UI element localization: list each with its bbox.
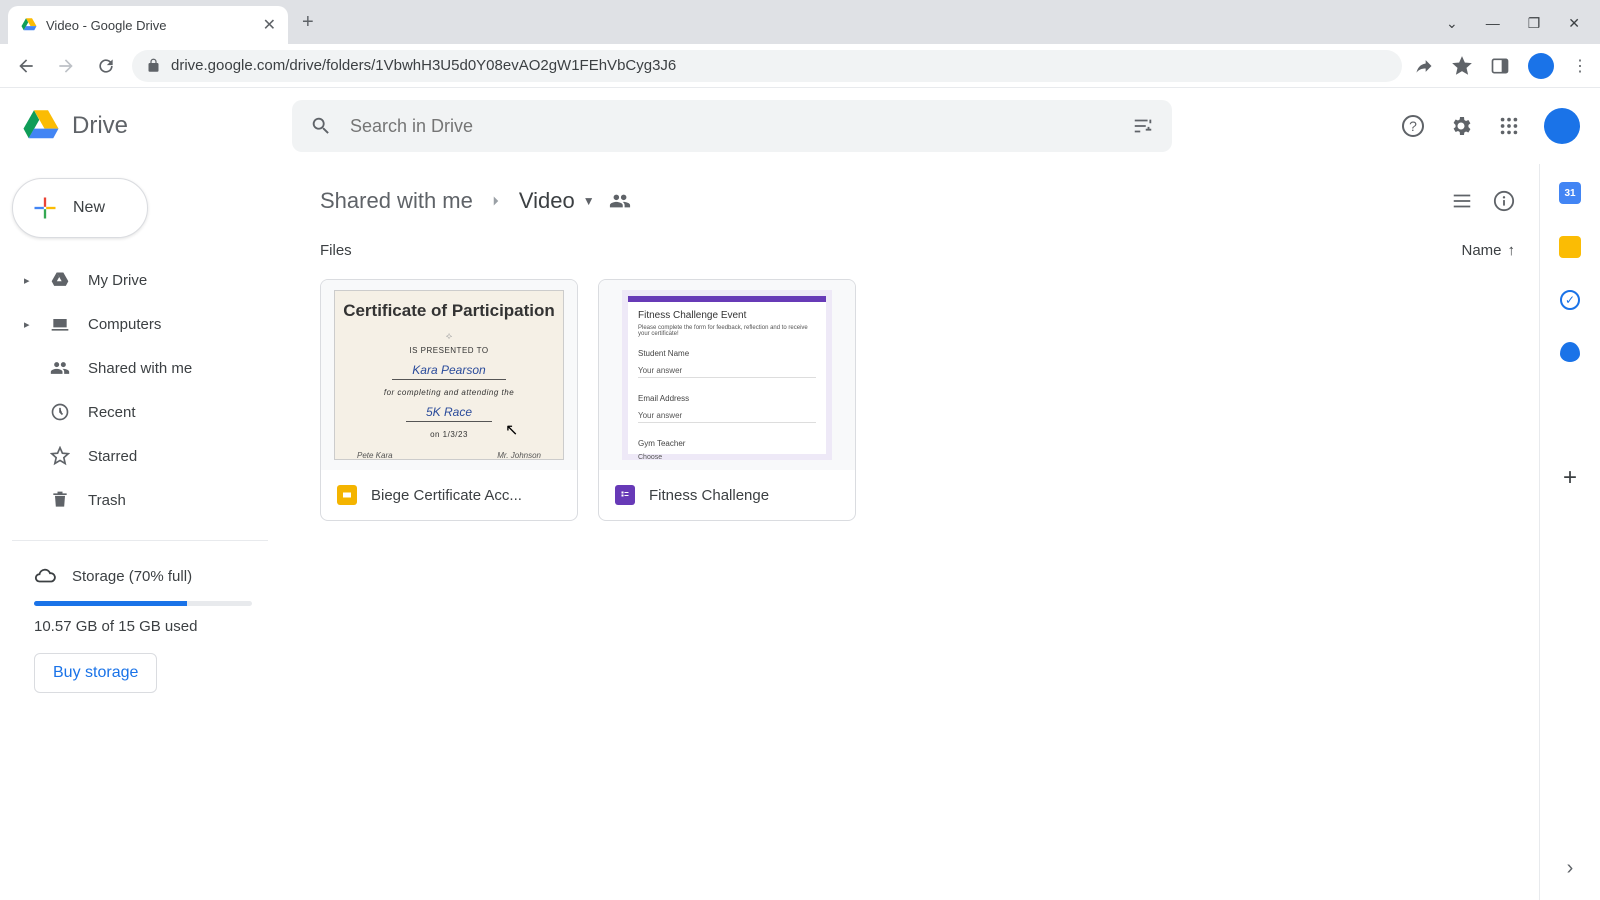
account-avatar[interactable] <box>1544 108 1580 144</box>
reload-button[interactable] <box>92 52 120 80</box>
sidebar-item-computers[interactable]: ▸ Computers <box>12 302 292 346</box>
sidebar-item-label: Trash <box>88 492 126 509</box>
file-name: Biege Certificate Acc... <box>371 487 522 504</box>
settings-icon[interactable] <box>1448 113 1474 139</box>
drive-logo-text: Drive <box>72 112 128 140</box>
sidebar-item-recent[interactable]: Recent <box>12 390 292 434</box>
maximize-icon[interactable]: ❐ <box>1528 15 1541 32</box>
shared-folder-icon[interactable] <box>609 190 631 212</box>
chevron-right-icon: ▸ <box>24 318 34 331</box>
sidebar-item-my-drive[interactable]: ▸ My Drive <box>12 258 292 302</box>
file-card-fitness[interactable]: Fitness Challenge Event Please complete … <box>598 279 856 521</box>
trash-icon <box>50 490 72 510</box>
cloud-icon <box>34 565 56 587</box>
add-on-plus-icon[interactable]: + <box>1563 464 1577 492</box>
keep-app-icon[interactable] <box>1559 236 1581 258</box>
tasks-app-icon[interactable]: ✓ <box>1560 290 1580 310</box>
file-name: Fitness Challenge <box>649 487 769 504</box>
clock-icon <box>50 402 72 422</box>
lock-icon <box>146 58 161 73</box>
sidepanel-toggle-icon[interactable] <box>1490 56 1510 76</box>
section-files-label: Files <box>320 242 352 259</box>
drive-favicon-icon <box>20 16 38 34</box>
close-window-icon[interactable]: ✕ <box>1568 15 1580 32</box>
sidebar-item-label: Shared with me <box>88 360 192 377</box>
contacts-app-icon[interactable] <box>1560 342 1580 362</box>
collapse-panel-icon[interactable]: › <box>1567 857 1574 880</box>
url-text: drive.google.com/drive/folders/1VbwhH3U5… <box>171 57 676 74</box>
file-thumbnail: Certificate of Participation ⟡ IS PRESEN… <box>321 280 577 470</box>
apps-icon[interactable] <box>1496 113 1522 139</box>
breadcrumb-current[interactable]: Video ▼ <box>519 188 595 214</box>
breadcrumb-parent[interactable]: Shared with me <box>320 188 473 214</box>
tab-close-icon[interactable]: ✕ <box>263 15 276 35</box>
new-button[interactable]: New <box>12 178 148 238</box>
chevron-right-icon <box>487 192 505 210</box>
star-icon <box>50 446 72 466</box>
sidebar-item-label: My Drive <box>88 272 147 289</box>
info-icon[interactable] <box>1493 190 1515 212</box>
window-controls: ⌄ — ❐ ✕ <box>1446 15 1600 44</box>
buy-storage-button[interactable]: Buy storage <box>34 653 157 693</box>
help-icon[interactable]: ? <box>1400 113 1426 139</box>
back-button[interactable] <box>12 52 40 80</box>
chrome-menu-icon[interactable]: ⋮ <box>1572 56 1588 76</box>
slides-icon <box>337 485 357 505</box>
sort-button[interactable]: Name ↑ <box>1461 242 1515 259</box>
sidebar-item-label: Starred <box>88 448 137 465</box>
side-panel: 31 ✓ + › <box>1540 164 1600 900</box>
tab-search-icon[interactable]: ⌄ <box>1446 15 1458 32</box>
search-bar[interactable] <box>292 100 1172 152</box>
share-icon[interactable] <box>1414 56 1434 76</box>
calendar-app-icon[interactable]: 31 <box>1559 182 1581 204</box>
storage-label: Storage (70% full) <box>72 568 192 585</box>
arrow-up-icon: ↑ <box>1508 242 1516 259</box>
new-tab-button[interactable]: + <box>302 11 314 34</box>
sidebar-item-shared[interactable]: Shared with me <box>12 346 292 390</box>
drive-logo[interactable]: Drive <box>20 105 280 147</box>
sidebar-item-label: Computers <box>88 316 161 333</box>
forward-button[interactable] <box>52 52 80 80</box>
tab-title: Video - Google Drive <box>46 18 255 33</box>
svg-text:?: ? <box>1409 118 1417 134</box>
chevron-down-icon: ▼ <box>583 194 595 208</box>
forms-icon <box>615 485 635 505</box>
chevron-right-icon: ▸ <box>24 274 34 287</box>
new-button-label: New <box>73 199 105 217</box>
main-content: Shared with me Video ▼ Files Name <box>292 164 1540 900</box>
search-input[interactable] <box>350 116 1114 137</box>
plus-icon <box>31 194 59 222</box>
search-icon <box>310 115 332 137</box>
profile-avatar-small[interactable] <box>1528 53 1554 79</box>
browser-tab-strip: Video - Google Drive ✕ + ⌄ — ❐ ✕ <box>0 0 1600 44</box>
url-field[interactable]: drive.google.com/drive/folders/1VbwhH3U5… <box>132 50 1402 82</box>
sidebar-item-trash[interactable]: Trash <box>12 478 292 522</box>
sidebar-item-label: Recent <box>88 404 136 421</box>
sidebar-item-storage[interactable]: Storage (70% full) <box>12 565 252 587</box>
storage-progress-bar <box>34 601 252 606</box>
sidebar-item-starred[interactable]: Starred <box>12 434 292 478</box>
file-card-certificate[interactable]: Certificate of Participation ⟡ IS PRESEN… <box>320 279 578 521</box>
app-header: Drive ? <box>0 88 1600 164</box>
computers-icon <box>50 314 72 334</box>
sort-label: Name <box>1461 242 1501 259</box>
minimize-icon[interactable]: — <box>1486 15 1500 32</box>
search-options-icon[interactable] <box>1132 115 1154 137</box>
list-view-icon[interactable] <box>1451 190 1473 212</box>
shared-icon <box>50 358 72 378</box>
sidebar: New ▸My Drive ▸Computers Shared with me … <box>0 164 292 900</box>
drive-icon <box>50 270 72 290</box>
breadcrumb: Shared with me Video ▼ <box>320 178 1515 224</box>
address-bar: drive.google.com/drive/folders/1VbwhH3U5… <box>0 44 1600 88</box>
browser-tab[interactable]: Video - Google Drive ✕ <box>8 6 288 44</box>
file-thumbnail: Fitness Challenge Event Please complete … <box>599 280 855 470</box>
storage-section: Storage (70% full) 10.57 GB of 15 GB use… <box>12 565 292 693</box>
storage-used-text: 10.57 GB of 15 GB used <box>12 618 252 635</box>
bookmark-icon[interactable] <box>1452 56 1472 76</box>
